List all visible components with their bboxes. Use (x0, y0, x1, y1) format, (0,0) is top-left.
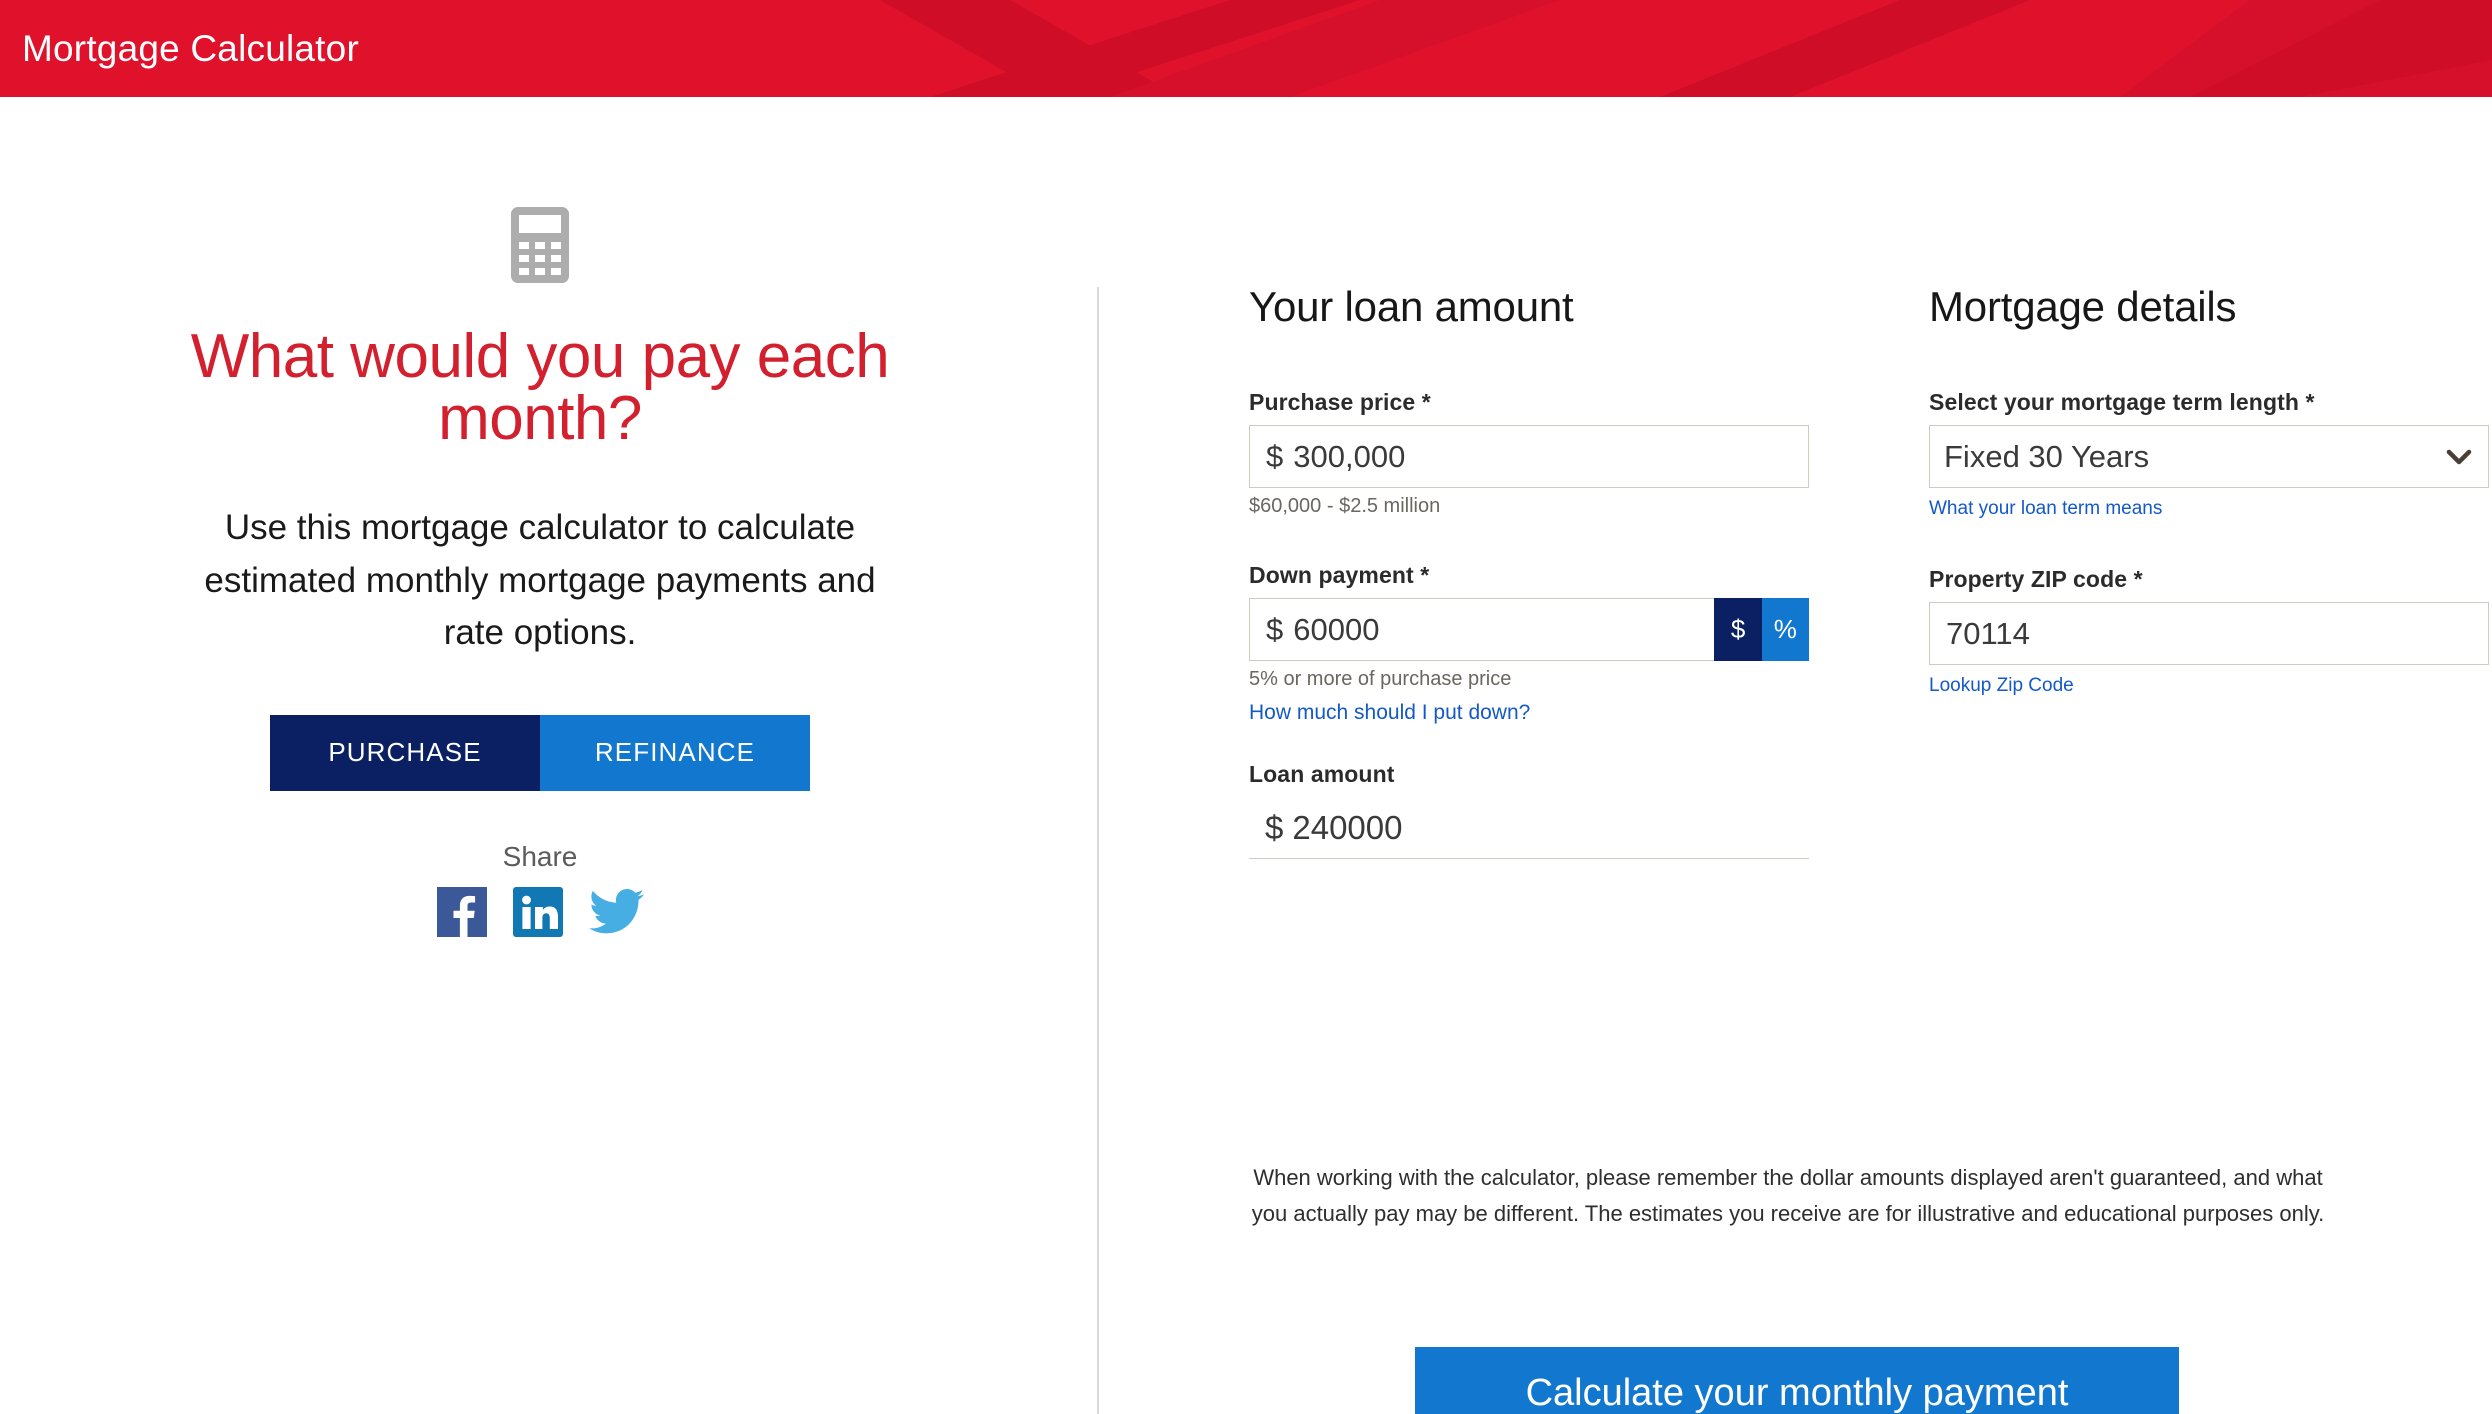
facebook-icon[interactable] (436, 886, 487, 937)
field-term-length: Select your mortgage term length * Fixed… (1929, 389, 2489, 520)
purchase-price-value: 300,000 (1293, 438, 1406, 474)
down-payment-helper: 5% or more of purchase price (1249, 668, 1512, 690)
term-length-value: Fixed 30 Years (1944, 438, 2150, 474)
unit-toggle-dollar[interactable]: $ (1714, 598, 1762, 661)
loan-amount-prefix: $ (1265, 808, 1284, 846)
promo-description: Use this mortgage calculator to calculat… (204, 508, 876, 652)
loan-term-info-link[interactable]: What your loan term means (1929, 498, 2162, 520)
page-title: Mortgage Calculator (22, 28, 359, 69)
calculator-icon (511, 207, 569, 283)
header-chevron-pattern (880, 0, 2492, 97)
field-purchase-price: Purchase price * $ 300,000 $60,000 - $2.… (1249, 389, 1809, 518)
calculator-icon-wrapper (120, 190, 960, 300)
field-loan-amount: Loan amount $ 240000 (1249, 761, 1809, 859)
down-payment-prefix: $ (1266, 611, 1284, 647)
loan-amount-value: 240000 (1292, 808, 1403, 846)
purchase-price-helper: $60,000 - $2.5 million (1249, 495, 1441, 517)
field-zip-code: Property ZIP code * 70114 Lookup Zip Cod… (1929, 566, 2489, 697)
down-payment-value: 60000 (1293, 611, 1380, 647)
down-payment-row: $ 60000 $ % (1249, 598, 1809, 661)
zip-code-label: Property ZIP code * (1929, 566, 2143, 592)
share-label: Share (502, 840, 578, 872)
calculate-payment-button[interactable]: Calculate your monthly payment (1415, 1347, 2179, 1414)
tab-purchase[interactable]: PURCHASE (270, 714, 540, 791)
term-length-select[interactable]: Fixed 30 Years (1929, 425, 2489, 488)
term-length-label: Select your mortgage term length * (1929, 389, 2315, 415)
loan-amount-section: Your loan amount Purchase price * $ 300,… (1249, 283, 1809, 859)
loan-amount-label: Loan amount (1249, 761, 1395, 787)
app-header: Mortgage Calculator (0, 0, 2492, 97)
down-payment-label: Down payment * (1249, 562, 1430, 588)
purchase-price-input[interactable]: $ 300,000 (1249, 425, 1809, 488)
lookup-zip-link[interactable]: Lookup Zip Code (1929, 675, 2074, 697)
chevron-down-icon (2446, 449, 2472, 464)
promo-headline: What would you pay each month? (190, 322, 890, 453)
linkedin-icon[interactable] (512, 886, 563, 937)
tab-refinance[interactable]: REFINANCE (540, 714, 810, 791)
column-divider (1097, 287, 1099, 1414)
loan-type-toggle: PURCHASE REFINANCE (270, 714, 810, 791)
unit-toggle-percent[interactable]: % (1761, 598, 1809, 661)
how-much-down-link[interactable]: How much should I put down? (1249, 701, 1530, 725)
share-row (120, 886, 960, 937)
zip-code-input[interactable]: 70114 (1929, 602, 2489, 665)
twitter-icon[interactable] (588, 888, 644, 935)
purchase-price-label: Purchase price * (1249, 389, 1431, 415)
purchase-price-prefix: $ (1266, 438, 1284, 474)
loan-amount-value-box: $ 240000 (1249, 797, 1809, 859)
page-body: What would you pay each month? Use this … (0, 97, 2492, 1414)
zip-code-value: 70114 (1946, 615, 2030, 651)
field-down-payment: Down payment * $ 60000 $ % 5% or more of… (1249, 562, 1809, 725)
mortgage-details-title: Mortgage details (1929, 283, 2237, 330)
promo-panel: What would you pay each month? Use this … (120, 97, 960, 937)
disclaimer-text: When working with the calculator, please… (1251, 1165, 2325, 1227)
down-payment-input[interactable]: $ 60000 (1249, 598, 1715, 661)
loan-amount-title: Your loan amount (1249, 283, 1574, 330)
mortgage-details-section: Mortgage details Select your mortgage te… (1929, 283, 2489, 697)
